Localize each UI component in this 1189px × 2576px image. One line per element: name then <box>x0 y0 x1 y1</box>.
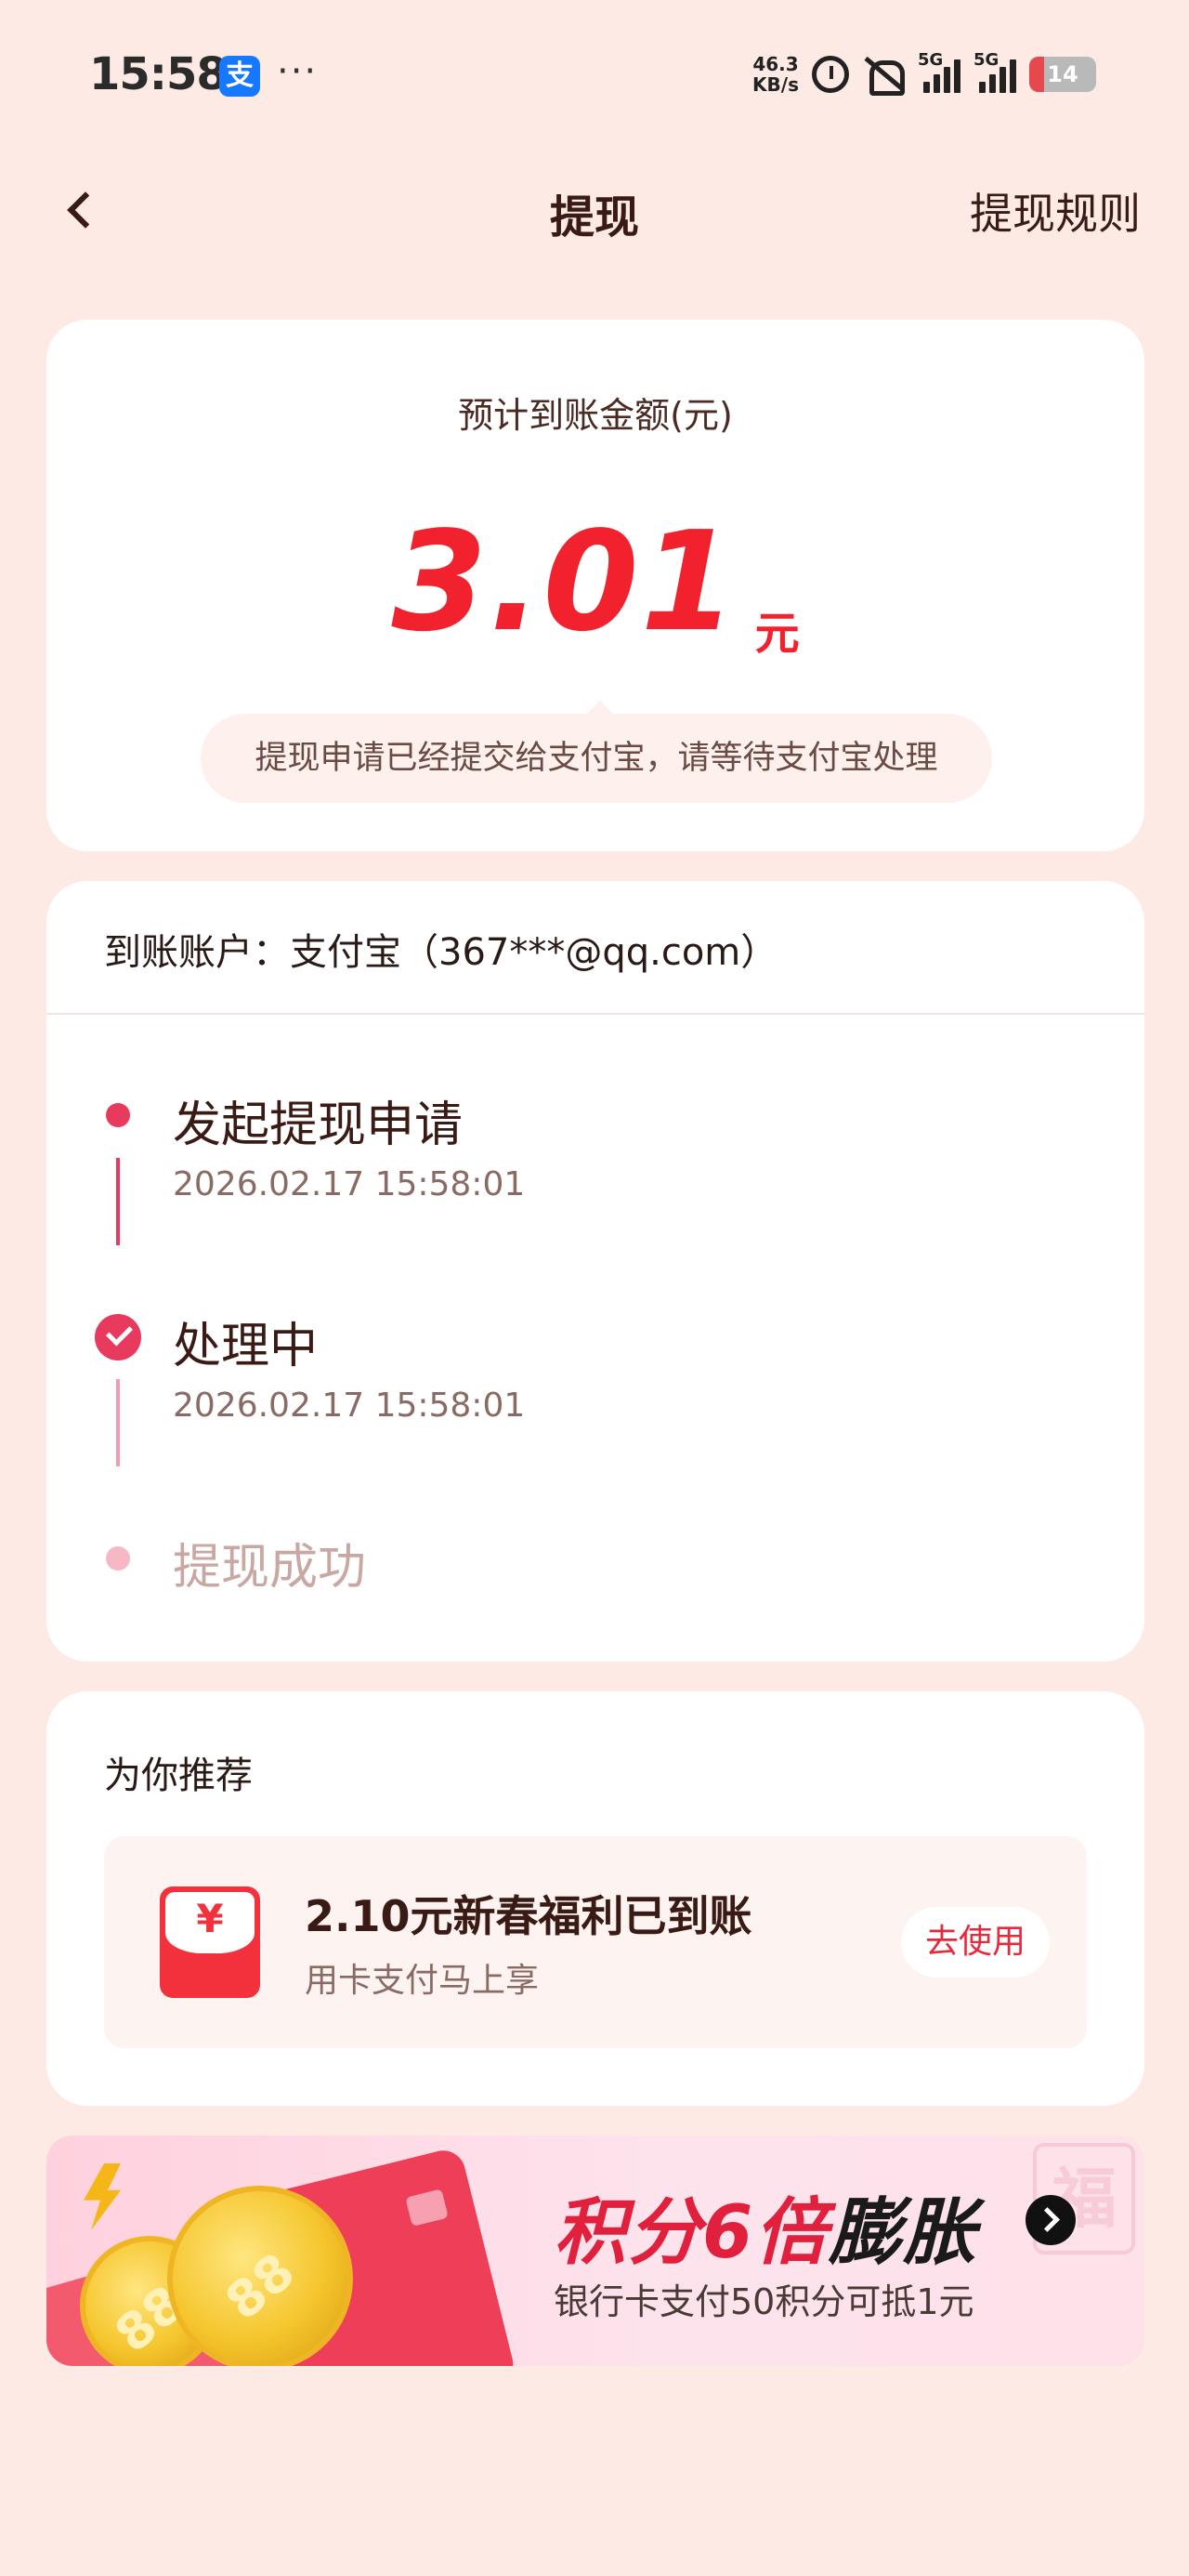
status-time: 15:58 <box>89 48 228 100</box>
alipay-notification-icon: 支 <box>219 56 260 97</box>
amount-number: 3.01 <box>391 502 738 662</box>
check-icon <box>95 1314 141 1360</box>
step-title: 处理中 <box>173 1319 319 1374</box>
recommend-card: 为你推荐 ¥ 2.10元新春福利已到账 用卡支付马上享 去使用 <box>46 1691 1144 2106</box>
chevron-right-icon[interactable] <box>1026 2195 1076 2245</box>
battery-icon: 14 <box>1029 57 1096 92</box>
coin-icon: 88 <box>167 2186 353 2366</box>
amount-value: 3.01 元 <box>46 502 1144 662</box>
nav-bar: 提现 提现规则 <box>0 158 1189 260</box>
step-time: 2026.02.17 15:58:01 <box>173 1387 526 1425</box>
recommend-title: 2.10元新春福利已到账 <box>305 1891 752 1941</box>
promo-banner[interactable]: 88 88 福 积分6倍膨胀 银行卡支付50积分可抵1元 <box>46 2136 1144 2366</box>
withdraw-rules-link[interactable]: 提现规则 <box>970 180 1141 242</box>
amount-label: 预计到账金额(元) <box>458 395 733 436</box>
signal-icon: 5G <box>973 50 1016 93</box>
amount-unit: 元 <box>754 608 800 660</box>
timeline-line <box>116 1379 120 1466</box>
progress-card: 到账账户：支付宝（367***@qq.com） 发起提现申请 2026.02.1… <box>46 881 1144 1662</box>
step-time: 2026.02.17 15:58:01 <box>173 1165 526 1203</box>
lightning-icon <box>84 2163 121 2230</box>
banner-subtitle: 银行卡支付50积分可抵1元 <box>554 2281 974 2322</box>
status-bar: 15:58 支 ··· 46.3 KB/s 5G 5G 14 <box>0 0 1189 158</box>
divider <box>46 1013 1144 1015</box>
step-title: 发起提现申请 <box>173 1097 464 1153</box>
recommend-item[interactable]: ¥ 2.10元新春福利已到账 用卡支付马上享 去使用 <box>104 1836 1087 2048</box>
status-tip: 提现申请已经提交给支付宝，请等待支付宝处理 <box>201 701 992 803</box>
step-dot-icon <box>106 1103 130 1127</box>
payout-account: 到账账户：支付宝（367***@qq.com） <box>104 931 778 974</box>
amount-card: 预计到账金额(元) 3.01 元 提现申请已经提交给支付宝，请等待支付宝处理 <box>46 320 1144 851</box>
recommend-heading: 为你推荐 <box>104 1755 253 1797</box>
signal-icon: 5G <box>918 50 960 93</box>
status-icons: 46.3 KB/s 5G 5G 14 <box>752 50 1096 98</box>
red-envelope-icon: ¥ <box>160 1886 260 1998</box>
banner-title: 积分6倍膨胀 <box>554 2191 978 2275</box>
step-dot-icon <box>106 1546 130 1571</box>
mute-icon <box>862 55 905 96</box>
net-speed: 46.3 KB/s <box>752 53 799 96</box>
alarm-icon <box>812 56 849 93</box>
step-title: 提现成功 <box>173 1540 367 1596</box>
more-notifications-icon: ··· <box>277 50 319 93</box>
timeline-line <box>116 1158 120 1245</box>
use-button[interactable]: 去使用 <box>901 1907 1050 1978</box>
recommend-subtitle: 用卡支付马上享 <box>305 1962 540 2000</box>
